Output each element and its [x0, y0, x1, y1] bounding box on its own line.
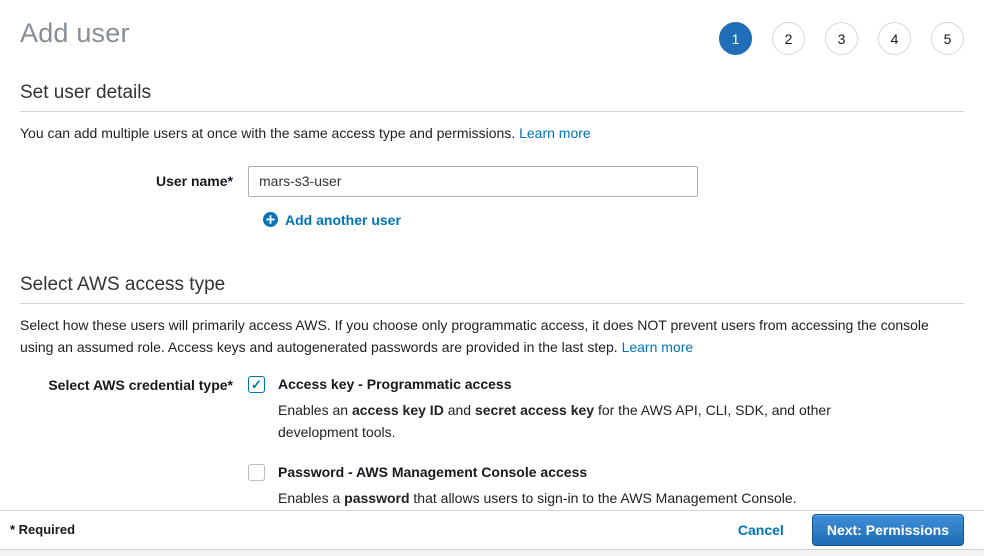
password-description: Enables a password that allows users to … [278, 487, 797, 509]
footer-actions: Cancel Next: Permissions [738, 514, 964, 546]
credential-type-row: Select AWS credential type* Access key -… [20, 376, 964, 510]
plus-circle-icon [263, 212, 278, 227]
main-content: Add user 1 2 3 4 5 Set user details You … [0, 0, 984, 510]
wizard-step-indicator: 1 2 3 4 5 [719, 18, 964, 55]
add-another-user-row: Add another user [263, 212, 964, 233]
username-label: User name* [20, 173, 248, 189]
wizard-footer: * Required Cancel Next: Permissions [0, 510, 984, 549]
credential-type-label: Select AWS credential type* [20, 376, 248, 510]
step-5-indicator: 5 [931, 22, 964, 55]
desc-text: Enables a [278, 490, 344, 506]
section-heading-access-type: Select AWS access type [20, 274, 964, 296]
next-permissions-button[interactable]: Next: Permissions [812, 514, 964, 546]
username-input[interactable] [248, 166, 698, 197]
password-checkbox[interactable] [248, 464, 265, 481]
user-details-description: You can add multiple users at once with … [20, 123, 964, 145]
step-2-indicator: 2 [772, 22, 805, 55]
learn-more-link-access-type[interactable]: Learn more [622, 339, 694, 355]
cancel-link[interactable]: Cancel [738, 522, 784, 538]
access-key-title: Access key - Programmatic access [278, 376, 838, 392]
step-1-indicator: 1 [719, 22, 752, 55]
desc-text: and [444, 402, 475, 418]
access-type-description: Select how these users will primarily ac… [20, 315, 964, 358]
step-3-indicator: 3 [825, 22, 858, 55]
desc-bold: access key ID [352, 402, 444, 418]
access-key-description: Enables an access key ID and secret acce… [278, 399, 838, 444]
learn-more-link-user-details[interactable]: Learn more [519, 125, 591, 141]
password-title: Password - AWS Management Console access [278, 464, 797, 480]
desc-text: that allows users to sign-in to the AWS … [410, 490, 797, 506]
desc-bold: password [344, 490, 409, 506]
option-access-key: Access key - Programmatic access Enables… [248, 376, 838, 444]
step-4-indicator: 4 [878, 22, 911, 55]
page-bottom-strip [0, 549, 984, 556]
add-another-user-link[interactable]: Add another user [263, 212, 401, 228]
add-user-page: Add user 1 2 3 4 5 Set user details You … [0, 0, 984, 556]
password-texts: Password - AWS Management Console access… [278, 464, 797, 509]
section-divider [20, 303, 964, 304]
access-key-checkbox[interactable] [248, 376, 265, 393]
desc-text: Enables an [278, 402, 352, 418]
option-password: Password - AWS Management Console access… [248, 464, 838, 509]
credential-options: Access key - Programmatic access Enables… [248, 376, 838, 510]
user-details-description-text: You can add multiple users at once with … [20, 125, 519, 141]
section-heading-user-details: Set user details [20, 82, 964, 104]
access-key-texts: Access key - Programmatic access Enables… [278, 376, 838, 444]
required-note: * Required [10, 522, 75, 537]
username-row: User name* [20, 166, 964, 197]
section-divider [20, 111, 964, 112]
desc-bold: secret access key [475, 402, 594, 418]
page-title: Add user [20, 18, 130, 49]
wizard-header: Add user 1 2 3 4 5 [20, 0, 964, 55]
access-type-description-text: Select how these users will primarily ac… [20, 317, 929, 355]
add-another-user-label: Add another user [285, 212, 401, 228]
